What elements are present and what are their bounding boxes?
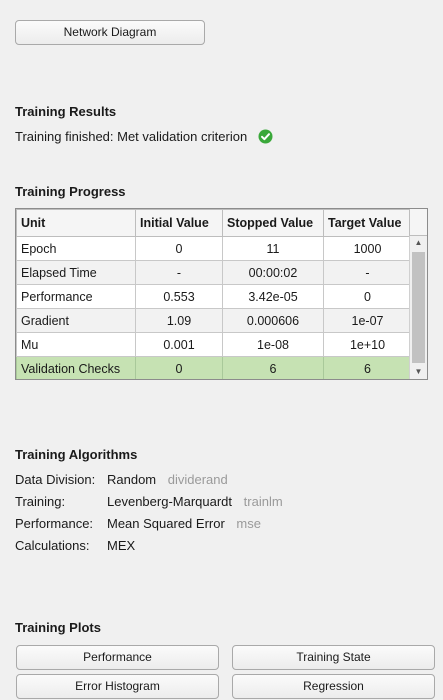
cell-unit: Epoch [16, 236, 136, 261]
algorithm-value: Random [107, 472, 157, 487]
cell-unit: Validation Checks [16, 356, 136, 379]
training-progress-heading: Training Progress [15, 184, 126, 199]
training-status-text: Training finished: Met validation criter… [15, 129, 248, 144]
algorithm-label-training: Training: [15, 494, 66, 509]
vertical-scrollbar[interactable]: ▲ ▼ [409, 236, 427, 379]
cell-stopped: 6 [222, 356, 324, 379]
algorithm-value-calculations: MEX [107, 538, 135, 553]
table-header-corner [409, 209, 427, 236]
column-header-unit[interactable]: Unit [16, 209, 136, 237]
algorithm-label-data-division: Data Division: [15, 472, 96, 487]
cell-initial: 0 [135, 236, 223, 261]
cell-target: 1e-07 [323, 308, 412, 333]
table-header-row: Unit Initial Value Stopped Value Target … [16, 209, 412, 237]
regression-plot-button[interactable]: Regression [232, 674, 435, 699]
algorithm-label-calculations: Calculations: [15, 538, 90, 553]
cell-target: 1e+10 [323, 332, 412, 357]
column-header-stopped-value[interactable]: Stopped Value [222, 209, 324, 237]
cell-unit: Elapsed Time [16, 260, 136, 285]
cell-initial: - [135, 260, 223, 285]
cell-initial: 0.001 [135, 332, 223, 357]
scrollbar-thumb[interactable] [412, 252, 425, 363]
cell-target: - [323, 260, 412, 285]
algorithm-value-data-division: Random dividerand [107, 472, 228, 487]
cell-unit: Performance [16, 284, 136, 309]
cell-stopped: 3.42e-05 [222, 284, 324, 309]
check-circle-icon [258, 129, 273, 144]
cell-stopped: 1e-08 [222, 332, 324, 357]
algorithm-value-performance: Mean Squared Error mse [107, 516, 261, 531]
training-algorithms-heading: Training Algorithms [15, 447, 138, 462]
table-row[interactable]: Epoch 0 11 1000 [16, 236, 412, 261]
algorithm-value: MEX [107, 538, 136, 553]
training-progress-table[interactable]: Unit Initial Value Stopped Value Target … [15, 208, 428, 380]
training-results-heading: Training Results [15, 104, 117, 119]
column-header-initial-value[interactable]: Initial Value [135, 209, 223, 237]
column-header-target-value[interactable]: Target Value [323, 209, 412, 237]
cell-target: 0 [323, 284, 412, 309]
training-state-plot-button[interactable]: Training State [232, 645, 435, 670]
algorithm-value: Levenberg-Marquardt [107, 494, 233, 509]
performance-plot-button[interactable]: Performance [16, 645, 219, 670]
table-row-highlighted[interactable]: Validation Checks 0 6 6 [16, 356, 412, 379]
table-row[interactable]: Mu 0.001 1e-08 1e+10 [16, 332, 412, 357]
training-plots-heading: Training Plots [15, 620, 101, 635]
cell-target: 1000 [323, 236, 412, 261]
algorithm-function: dividerand [167, 472, 228, 487]
cell-initial: 1.09 [135, 308, 223, 333]
cell-stopped: 0.000606 [222, 308, 324, 333]
algorithm-value-training: Levenberg-Marquardt trainlm [107, 494, 283, 509]
cell-stopped: 11 [222, 236, 324, 261]
table-row[interactable]: Elapsed Time - 00:00:02 - [16, 260, 412, 285]
cell-unit: Gradient [16, 308, 136, 333]
cell-stopped: 00:00:02 [222, 260, 324, 285]
algorithm-function: mse [236, 516, 261, 531]
algorithm-function: trainlm [243, 494, 283, 509]
cell-initial: 0 [135, 356, 223, 379]
cell-unit: Mu [16, 332, 136, 357]
cell-initial: 0.553 [135, 284, 223, 309]
algorithm-label-performance: Performance: [15, 516, 94, 531]
algorithm-value: Mean Squared Error [107, 516, 225, 531]
scroll-up-arrow-icon[interactable]: ▲ [410, 236, 427, 250]
error-histogram-plot-button[interactable]: Error Histogram [16, 674, 219, 699]
network-diagram-button[interactable]: Network Diagram [15, 20, 205, 45]
table-row[interactable]: Gradient 1.09 0.000606 1e-07 [16, 308, 412, 333]
cell-target: 6 [323, 356, 412, 379]
table-row[interactable]: Performance 0.553 3.42e-05 0 [16, 284, 412, 309]
scroll-down-arrow-icon[interactable]: ▼ [410, 365, 427, 379]
